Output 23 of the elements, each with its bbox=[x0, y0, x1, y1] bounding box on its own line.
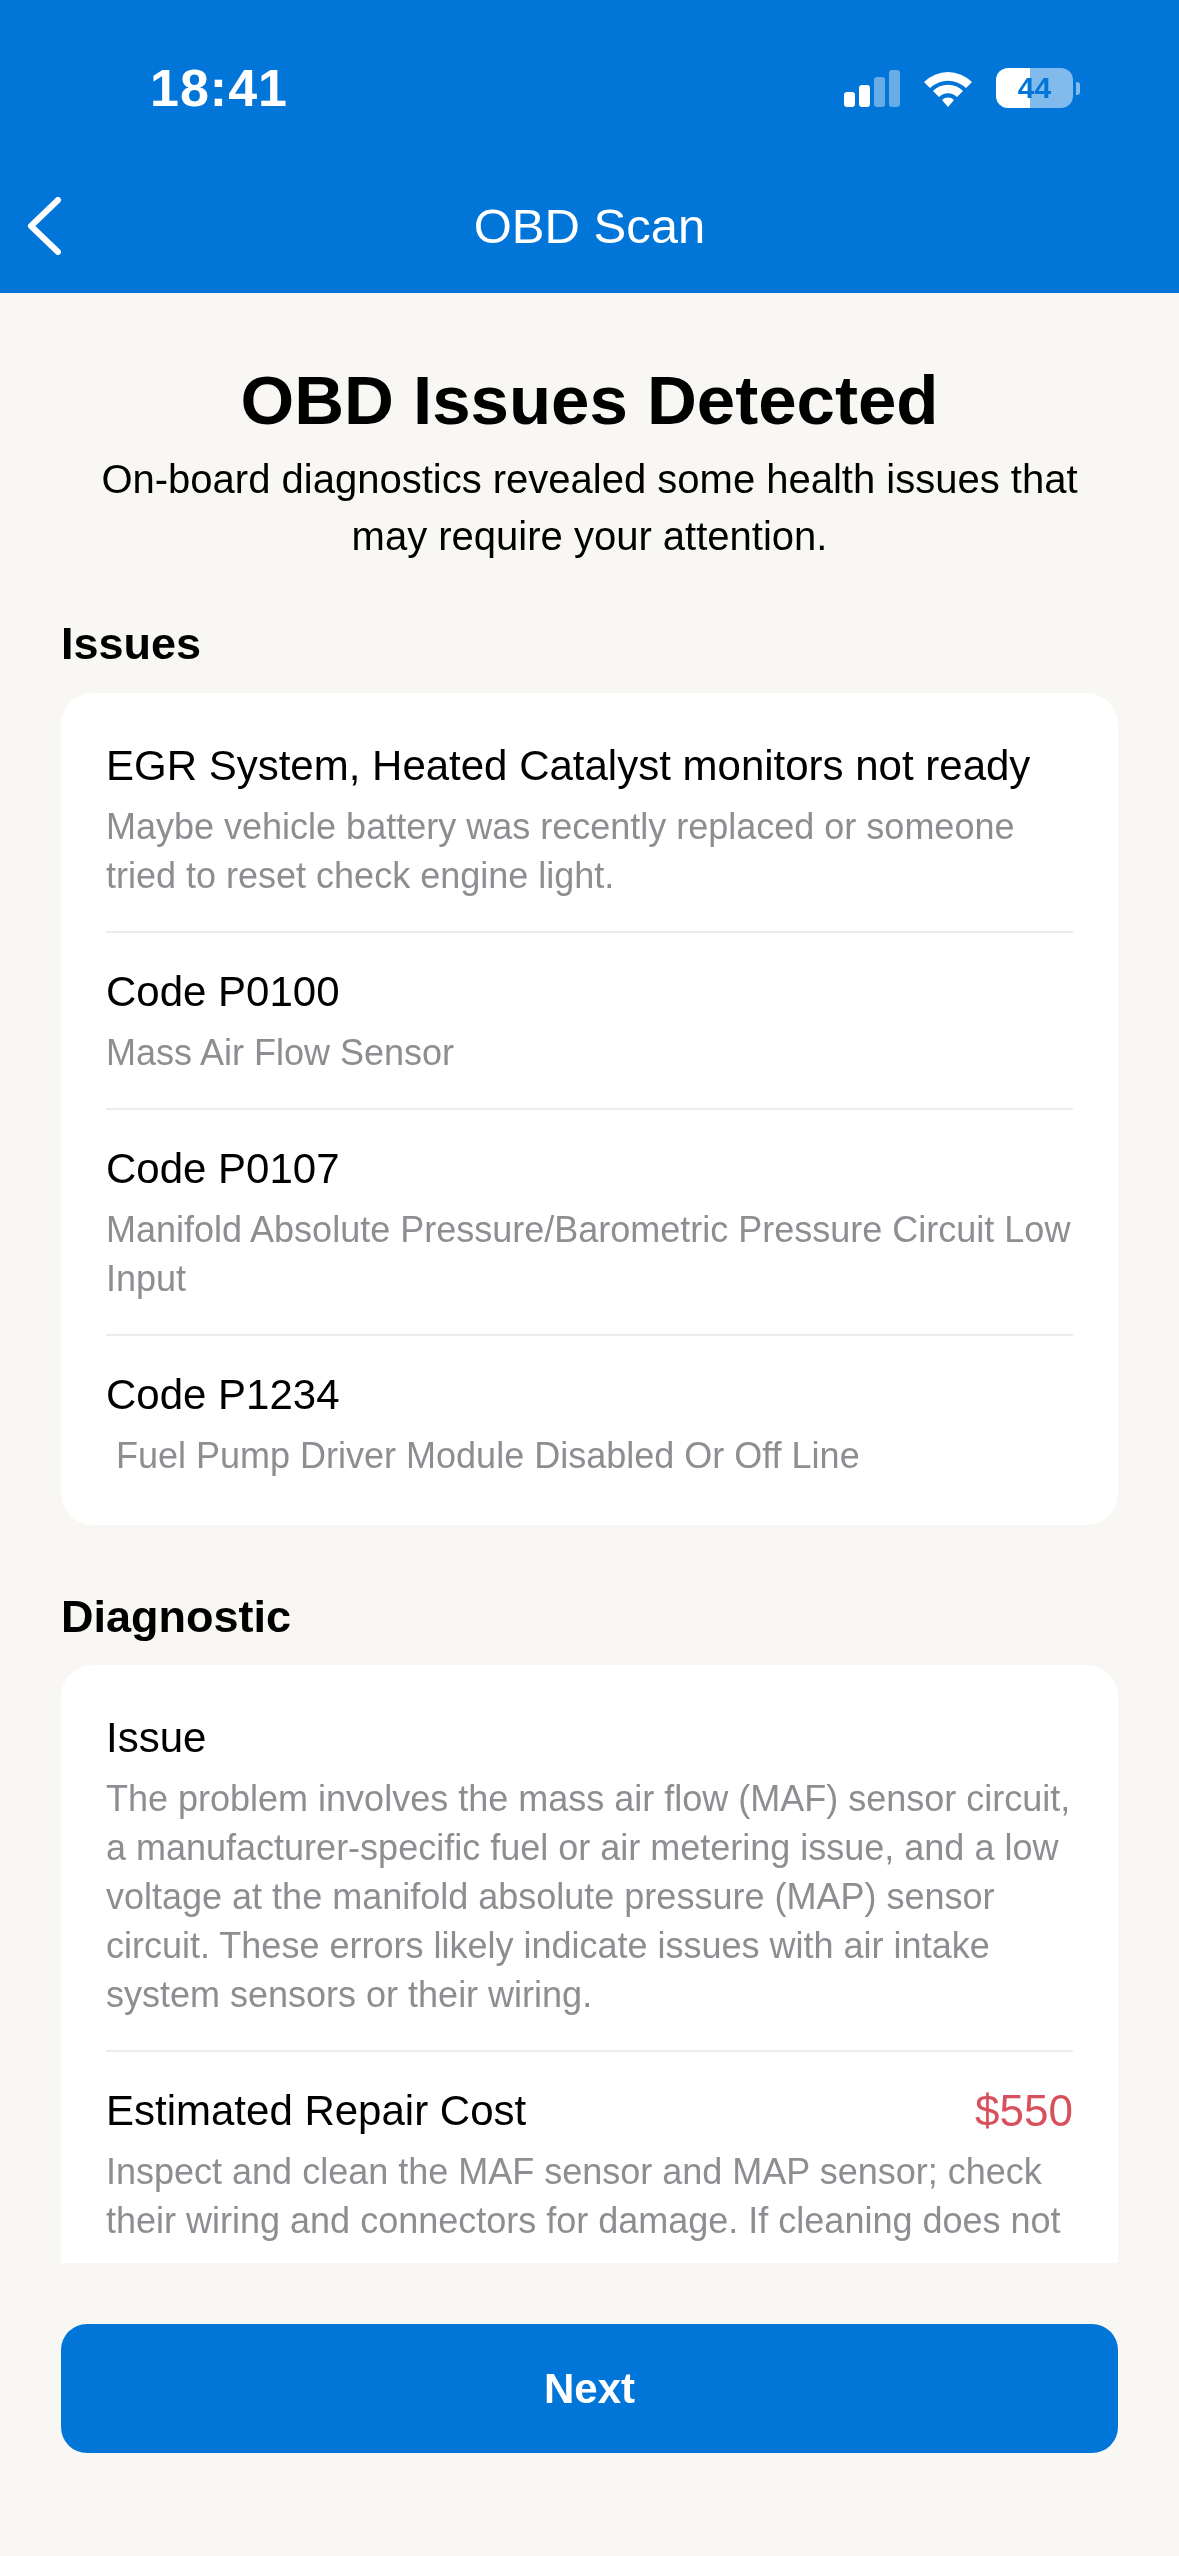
signal-icon bbox=[844, 69, 900, 107]
issue-title: Code P1234 bbox=[106, 1370, 341, 1420]
repair-cost: $550 bbox=[975, 2085, 1073, 2137]
diagnostic-title: Estimated Repair Cost bbox=[106, 2086, 527, 2136]
status-time: 18:41 bbox=[150, 58, 288, 118]
next-button[interactable]: Next bbox=[61, 2324, 1118, 2453]
page-subtitle: On-board diagnostics revealed some health issues that may require your attention. bbox=[100, 456, 1079, 560]
issue-description: Maybe vehicle battery was recently replaced or someone tried to reset check engine light. bbox=[106, 805, 1016, 898]
issue-description: Mass Air Flow Sensor bbox=[106, 1031, 456, 1075]
issue-title: Code P0100 bbox=[106, 967, 341, 1017]
page-title: OBD Issues Detected bbox=[239, 361, 940, 441]
issue-title: EGR System, Heated Catalyst monitors not ready bbox=[106, 741, 1032, 791]
issue-description: Fuel Pump Driver Module Disabled Or Off Line bbox=[115, 1434, 861, 1478]
diagnostic-description: Inspect and clean the MAF sensor and MAP sensor; check their wiring and connectors for damage. If cleaning does not bbox=[106, 2150, 1062, 2243]
diagnostic-title: Issue bbox=[106, 1713, 207, 1763]
section-heading: Issues bbox=[61, 618, 203, 670]
chevron-left-icon[interactable] bbox=[26, 196, 62, 255]
section-heading: Diagnostic bbox=[61, 1591, 293, 1643]
wifi-icon bbox=[922, 69, 974, 107]
nav-title: OBD Scan bbox=[473, 197, 706, 254]
issue-description: Manifold Absolute Pressure/Barometric Pressure Circuit Low Input bbox=[106, 1208, 1072, 1301]
issue-title: Code P0107 bbox=[106, 1144, 341, 1194]
diagnostic-description: The problem involves the mass air flow (MAF) sensor circuit, a manufacturer-specific fuel or air metering issue, and a low voltage at the manifold absolute pressure (MAP) sensor circuit. These errors likely indicate issues with air intake system sensors or their wiring. bbox=[106, 1777, 1072, 2017]
